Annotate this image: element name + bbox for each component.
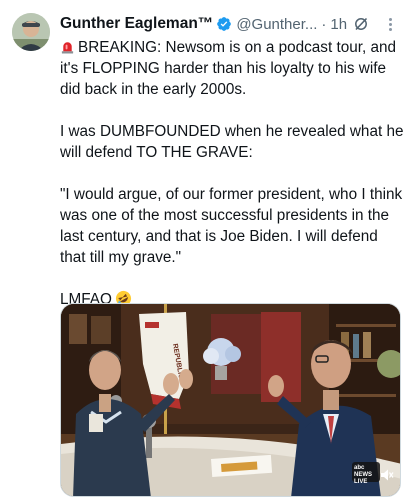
- verified-badge-icon: [216, 16, 232, 32]
- police-light-emoji: [60, 39, 75, 54]
- badge-line-2: NEWS LIVE: [354, 472, 372, 485]
- tweet-paragraph-2: I was DUMBFOUNDED when he revealed what …: [60, 123, 404, 161]
- more-options-icon[interactable]: [381, 15, 399, 33]
- author-display-name[interactable]: Gunther Eagleman™: [60, 15, 213, 33]
- tweet-timestamp[interactable]: 1h: [330, 16, 347, 33]
- tweet-video[interactable]: REPUBLIC abc NEWS LIVE: [60, 303, 401, 497]
- tweet-paragraph-3: "I would argue, of our former president,…: [60, 186, 403, 266]
- tweet-card[interactable]: Gunther Eagleman™ @Gunther... · 1h BREAK…: [0, 0, 411, 500]
- tweet-text: BREAKING: Newsom is on a podcast tour, a…: [60, 37, 405, 310]
- abc-news-live-badge: abc NEWS LIVE: [352, 462, 380, 485]
- mute-speaker-icon[interactable]: [380, 468, 394, 482]
- badge-line-1: abc: [354, 465, 365, 471]
- author-avatar[interactable]: [12, 13, 50, 51]
- author-handle[interactable]: @Gunther...: [236, 16, 317, 33]
- grok-icon[interactable]: [353, 16, 369, 32]
- tweet-paragraph-1: BREAKING: Newsom is on a podcast tour, a…: [60, 37, 405, 100]
- tweet-header: Gunther Eagleman™ @Gunther... · 1h: [60, 13, 403, 35]
- separator-dot: ·: [321, 15, 327, 33]
- tweet-paragraph-1-text: BREAKING: Newsom is on a podcast tour, a…: [60, 39, 396, 98]
